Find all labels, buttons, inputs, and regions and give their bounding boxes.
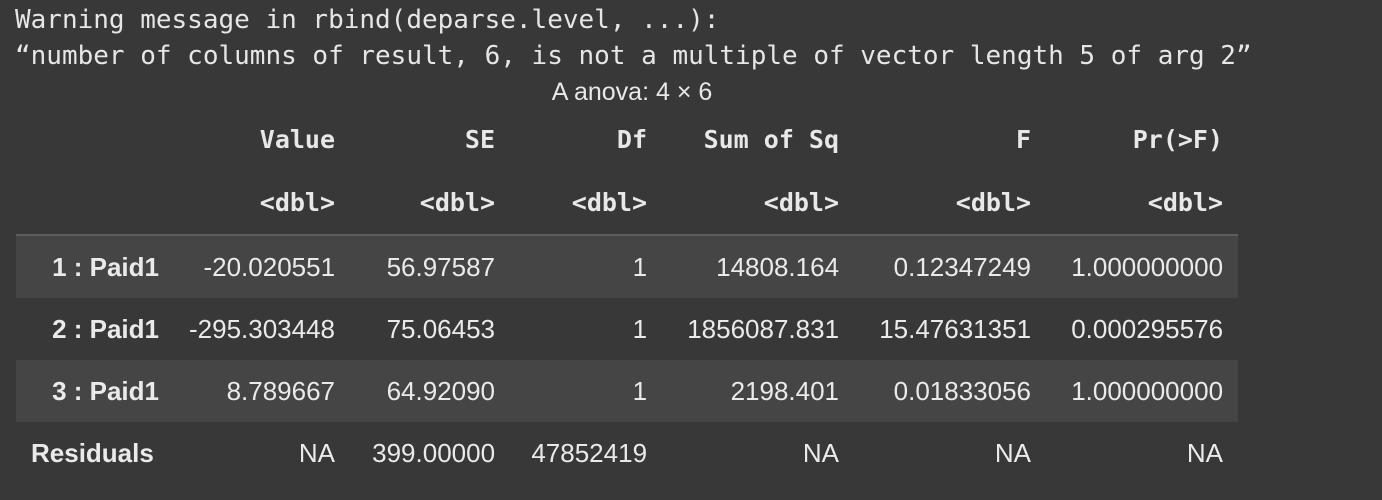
column-header-sum-of-sq: Sum of Sq: [703, 124, 840, 154]
warning-line-2: “number of columns of result, 6, is not …: [15, 41, 1252, 71]
column-type: <dbl>: [510, 170, 663, 236]
column-type: <dbl>: [350, 170, 511, 236]
column-type: <dbl>: [854, 170, 1047, 236]
warning-line-1: Warning message in rbind(deparse.level, …: [15, 5, 720, 35]
column-type: <dbl>: [174, 170, 351, 236]
row-name: 3 : Paid1: [52, 375, 159, 406]
table-row: Residuals NA 399.00000 47852419 NA NA NA: [16, 422, 1239, 484]
table-cell: 1: [632, 251, 648, 282]
row-name: 1 : Paid1: [52, 251, 159, 282]
table-cell: NA: [1186, 437, 1224, 468]
table-row: 3 : Paid1 8.789667 64.92090 1 2198.401 0…: [16, 360, 1239, 422]
column-header-pr-f: Pr(>F): [1132, 124, 1224, 154]
warning-message: Warning message in rbind(deparse.level, …: [15, 2, 1252, 74]
column-header-se: SE: [464, 124, 496, 154]
table-cell: 15.47631351: [879, 313, 1032, 344]
table-cell: NA: [298, 437, 336, 468]
notebook-output: Warning message in rbind(deparse.level, …: [0, 0, 1382, 500]
column-header-df: Df: [616, 124, 648, 154]
table-row: 2 : Paid1 -295.303448 75.06453 1 1856087…: [16, 298, 1239, 360]
table-cell: 1.000000000: [1071, 375, 1224, 406]
anova-table: Value SE Df Sum of Sq F Pr(>F) <dbl> <db…: [16, 108, 1239, 484]
table-row: 1 : Paid1 -20.020551 56.97587 1 14808.16…: [16, 235, 1239, 298]
table-cell: 64.92090: [386, 375, 496, 406]
column-header-f: F: [1015, 124, 1032, 154]
table-cell: 47852419: [531, 437, 648, 468]
table-cell: 1.000000000: [1071, 251, 1224, 282]
column-type: <dbl>: [662, 170, 855, 236]
table-cell: 75.06453: [386, 313, 496, 344]
table-cell: 1856087.831: [687, 313, 840, 344]
table-cell: -20.020551: [203, 251, 336, 282]
type-row: <dbl> <dbl> <dbl> <dbl> <dbl> <dbl>: [16, 170, 1239, 236]
header-row: Value SE Df Sum of Sq F Pr(>F): [16, 108, 1238, 170]
row-name: 2 : Paid1: [52, 313, 159, 344]
column-header-value: Value: [259, 124, 336, 154]
table-cell: 0.000295576: [1071, 313, 1224, 344]
table-cell: 1: [632, 375, 648, 406]
corner-cell: [16, 170, 174, 236]
table-cell: 2198.401: [730, 375, 840, 406]
table-cell: 56.97587: [386, 251, 496, 282]
column-type: <dbl>: [1046, 170, 1239, 236]
table-cell: NA: [994, 437, 1032, 468]
table-cell: 0.12347249: [893, 251, 1032, 282]
table-cell: -295.303448: [189, 313, 336, 344]
table-caption: A anova: 4 × 6: [551, 78, 713, 106]
corner-cell: [16, 108, 174, 170]
table-cell: 8.789667: [226, 375, 336, 406]
row-name: Residuals: [31, 437, 154, 468]
table-cell: 0.01833056: [893, 375, 1032, 406]
table-cell: 1: [632, 313, 648, 344]
table-cell: NA: [802, 437, 840, 468]
table-cell: 14808.164: [716, 251, 840, 282]
table-cell: 399.00000: [372, 437, 496, 468]
